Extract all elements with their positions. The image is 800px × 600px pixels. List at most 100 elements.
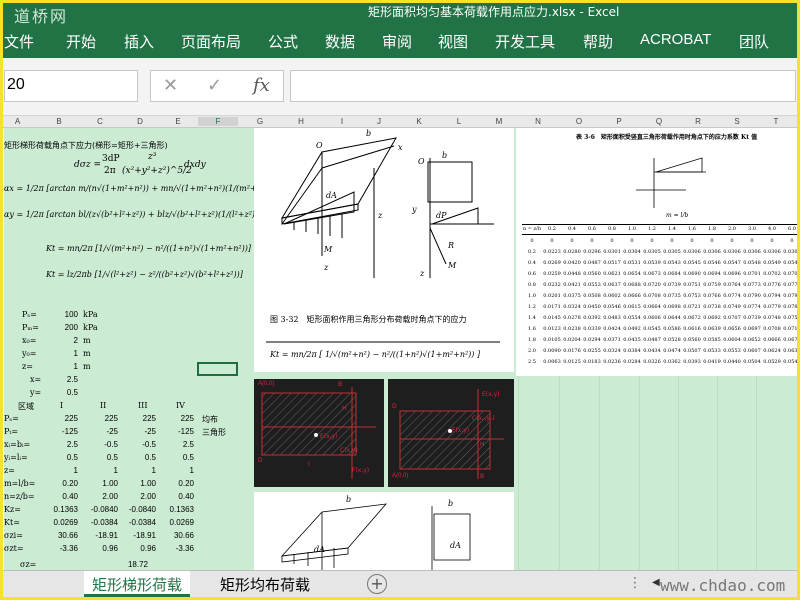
column-header-t[interactable]: T <box>756 117 796 126</box>
column-header-s[interactable]: S <box>717 117 757 126</box>
param-value[interactable]: 100 <box>44 310 78 319</box>
region-cell[interactable]: -18.91 <box>84 531 118 540</box>
region-cell[interactable]: -125 <box>44 427 78 436</box>
sheet-heading[interactable]: 矩形梯形荷载角点下应力(梯形=矩形+三角形) <box>4 140 168 151</box>
region-cell[interactable]: 225 <box>44 414 78 423</box>
column-header-n[interactable]: N <box>518 117 558 126</box>
tab-acrobat[interactable]: ACROBAT <box>640 31 711 48</box>
region-cell[interactable]: 0.1363 <box>160 505 194 514</box>
region-cell[interactable]: -25 <box>122 427 156 436</box>
active-cell[interactable] <box>197 362 238 376</box>
column-header-j[interactable]: J <box>359 117 399 126</box>
add-sheet-button[interactable]: + <box>367 574 387 594</box>
region-row-note[interactable]: 均布 <box>202 414 218 425</box>
figure-bottom[interactable]: b b dA dA <box>254 492 514 570</box>
sheet-tab-trapezoid-load[interactable]: 矩形梯形荷载 <box>84 571 191 597</box>
column-header-q[interactable]: Q <box>639 117 679 126</box>
region-cell[interactable]: 1.00 <box>84 479 118 488</box>
region-cell[interactable]: 2.00 <box>84 492 118 501</box>
tab-page-layout[interactable]: 页面布局 <box>181 31 241 52</box>
region-cell[interactable]: 0.1363 <box>44 505 78 514</box>
region-cell[interactable]: -0.0384 <box>122 518 156 527</box>
region-cell[interactable]: 30.66 <box>44 531 78 540</box>
region-cell[interactable]: 0.5 <box>160 453 194 462</box>
sheet-tab-uniform-load[interactable]: 矩形均布荷载 <box>212 571 318 597</box>
tab-view[interactable]: 视图 <box>438 31 468 52</box>
region-cell[interactable]: 2.5 <box>44 440 78 449</box>
dark-figure-2[interactable]: E(x,y) C(xₙ,yₙ) F(x,y) H A(0,0) B D <box>388 379 514 487</box>
tab-insert[interactable]: 插入 <box>124 31 154 52</box>
column-header-h[interactable]: H <box>281 117 321 126</box>
scroll-left-arrow-icon[interactable]: ◀ <box>652 577 660 588</box>
region-cell[interactable]: 225 <box>122 414 156 423</box>
region-cell[interactable]: 0.5 <box>44 453 78 462</box>
tab-review[interactable]: 审阅 <box>382 31 412 52</box>
region-cell[interactable]: 1 <box>160 466 194 475</box>
formula-input[interactable] <box>290 70 796 102</box>
tab-developer[interactable]: 开发工具 <box>495 31 555 52</box>
column-header-l[interactable]: L <box>439 117 479 126</box>
region-cell[interactable]: 0.5 <box>122 453 156 462</box>
insert-function-icon[interactable]: fx <box>253 75 270 96</box>
region-cell[interactable]: 225 <box>84 414 118 423</box>
param-value[interactable]: 1 <box>44 349 78 358</box>
param-value[interactable]: 2.5 <box>44 375 78 384</box>
column-header-i[interactable]: I <box>322 117 362 126</box>
region-cell[interactable]: 0.96 <box>84 544 118 553</box>
region-cell[interactable]: 0.96 <box>122 544 156 553</box>
figure-3-32[interactable]: O b x dA z M z b O y dP M z R 图 3-32 矩形面… <box>254 128 514 372</box>
tab-help[interactable]: 帮助 <box>583 31 613 52</box>
column-header-f[interactable]: F <box>198 117 238 126</box>
enter-icon[interactable]: ✓ <box>207 75 222 96</box>
column-header-k[interactable]: K <box>399 117 439 126</box>
region-cell[interactable]: -3.36 <box>44 544 78 553</box>
sheet-area-left[interactable]: 矩形梯形荷载角点下应力(梯形=矩形+三角形) dσz = 3dP 2π z³ (… <box>4 128 254 570</box>
region-row-note[interactable]: 三角形 <box>202 427 226 438</box>
column-header-o[interactable]: O <box>559 117 599 126</box>
region-cell[interactable]: 0.40 <box>44 492 78 501</box>
region-cell[interactable]: 225 <box>160 414 194 423</box>
region-cell[interactable]: 0.0269 <box>44 518 78 527</box>
region-cell[interactable]: 2.00 <box>122 492 156 501</box>
region-cell[interactable]: 1 <box>122 466 156 475</box>
more-icon[interactable]: ⋮ <box>628 575 642 591</box>
region-cell[interactable]: 0.20 <box>44 479 78 488</box>
region-cell[interactable]: -0.0840 <box>84 505 118 514</box>
name-box[interactable]: 20 <box>4 70 138 102</box>
tab-data[interactable]: 数据 <box>325 31 355 52</box>
sum-value[interactable]: 18.72 <box>104 560 148 569</box>
cancel-icon[interactable]: ✕ <box>163 75 178 96</box>
dark-figure-1[interactable]: A(0,0) B H E(x,y) C(x,y) D F(x,y) I <box>254 379 384 487</box>
param-value[interactable]: 0.5 <box>44 388 78 397</box>
region-cell[interactable]: -25 <box>84 427 118 436</box>
tab-formulas[interactable]: 公式 <box>268 31 298 52</box>
region-cell[interactable]: -18.91 <box>122 531 156 540</box>
region-cell[interactable]: 1 <box>44 466 78 475</box>
table-3-6[interactable]: 表 3-6 矩形面积受竖直三角形荷载作用时角点下的应力系数 Kt 值 m = l… <box>516 128 800 376</box>
region-cell[interactable]: 30.66 <box>160 531 194 540</box>
param-value[interactable]: 2 <box>44 336 78 345</box>
column-header-b[interactable]: B <box>39 117 79 126</box>
region-cell[interactable]: 1.00 <box>122 479 156 488</box>
region-cell[interactable]: 0.5 <box>84 453 118 462</box>
region-cell[interactable]: 1 <box>84 466 118 475</box>
column-header-e[interactable]: E <box>158 117 198 126</box>
region-cell[interactable]: -3.36 <box>160 544 194 553</box>
column-header-a[interactable]: A <box>0 117 35 126</box>
column-header-d[interactable]: D <box>120 117 160 126</box>
region-cell[interactable]: -0.5 <box>122 440 156 449</box>
column-header-p[interactable]: P <box>599 117 639 126</box>
param-value[interactable]: 1 <box>44 362 78 371</box>
region-cell[interactable]: -0.0840 <box>122 505 156 514</box>
region-cell[interactable]: 0.0269 <box>160 518 194 527</box>
param-value[interactable]: 200 <box>44 323 78 332</box>
tab-team[interactable]: 团队 <box>739 31 769 52</box>
region-cell[interactable]: -0.5 <box>84 440 118 449</box>
column-header-m[interactable]: M <box>479 117 519 126</box>
region-cell[interactable]: -0.0384 <box>84 518 118 527</box>
region-cell[interactable]: 0.20 <box>160 479 194 488</box>
tab-file[interactable]: 文件 <box>4 31 34 52</box>
column-header-c[interactable]: C <box>80 117 120 126</box>
tab-home[interactable]: 开始 <box>66 31 96 52</box>
column-header-g[interactable]: G <box>240 117 280 126</box>
